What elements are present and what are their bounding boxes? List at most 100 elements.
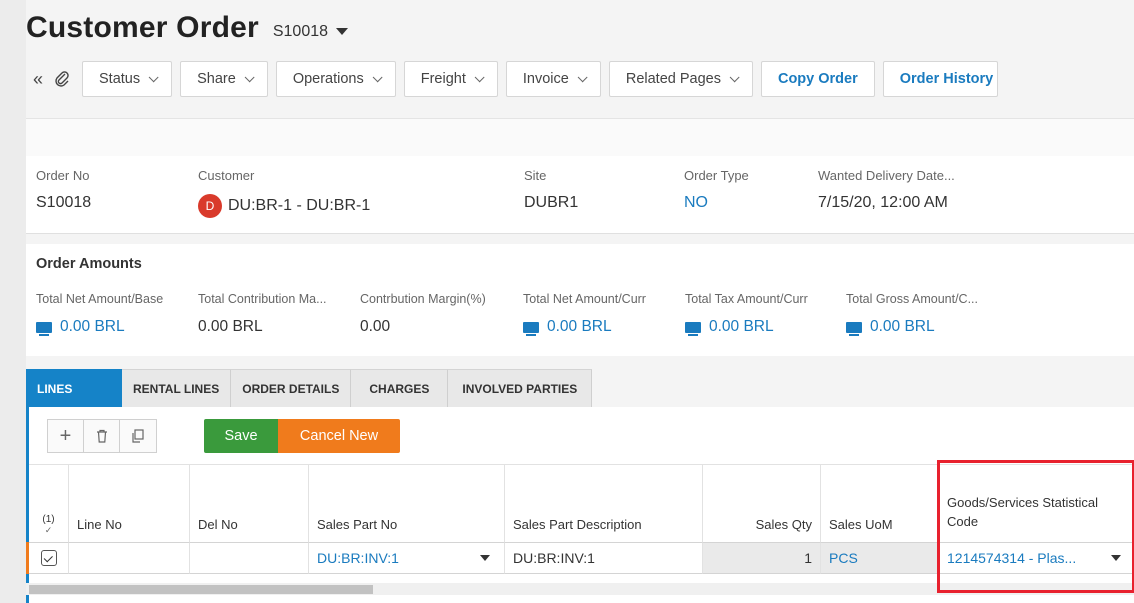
page-title: Customer Order bbox=[26, 11, 259, 44]
amount-text: 0.00 BRL bbox=[547, 318, 612, 335]
col-statistical-code[interactable]: Goods/Services Statistical Code bbox=[939, 464, 1134, 542]
total-net-amount-curr-label: Total Net Amount/Curr bbox=[523, 292, 646, 306]
customer-value[interactable]: D DU:BR-1 - DU:BR-1 bbox=[198, 194, 370, 218]
save-button[interactable]: Save bbox=[204, 419, 278, 453]
cell-statistical-code[interactable]: 1214574314 - Plas... bbox=[939, 542, 1134, 574]
double-chevron-left-icon[interactable]: « bbox=[26, 64, 50, 94]
order-type-label: Order Type bbox=[684, 168, 749, 183]
customer-field: Customer D DU:BR-1 - DU:BR-1 bbox=[198, 168, 370, 218]
amount-text: 0.00 BRL bbox=[870, 318, 935, 335]
scrollbar-thumb[interactable] bbox=[29, 585, 373, 594]
order-no-field: Order No S10018 bbox=[36, 168, 91, 212]
contribution-margin-pct-value: 0.00 bbox=[360, 318, 391, 335]
amount-field: Total Net Amount/Curr 0.00 BRL bbox=[523, 292, 646, 336]
col-sales-qty[interactable]: Sales Qty bbox=[703, 464, 821, 542]
col-sales-part-description[interactable]: Sales Part Description bbox=[505, 464, 703, 542]
amount-field: Contrbution Margin(%) 0.00 bbox=[360, 292, 486, 336]
caret-down-icon[interactable] bbox=[336, 27, 349, 35]
amount-field: Total Contribution Ma... 0.00 BRL bbox=[198, 292, 327, 336]
checkbox-icon[interactable] bbox=[40, 550, 57, 566]
total-contribution-margin-value: 0.00 BRL bbox=[198, 318, 263, 335]
amount-field: Total Tax Amount/Curr 0.00 BRL bbox=[685, 292, 808, 336]
order-type-link[interactable]: NO bbox=[684, 194, 749, 212]
caret-down-icon[interactable] bbox=[480, 555, 490, 561]
select-column-header[interactable]: (1) ✓ bbox=[29, 464, 69, 542]
order-header-card: Order No S10018 Customer D DU:BR-1 - DU:… bbox=[26, 156, 1134, 234]
trash-icon[interactable] bbox=[84, 420, 120, 452]
share-label: Share bbox=[197, 71, 236, 87]
monitor-icon bbox=[523, 321, 539, 336]
order-history-button[interactable]: Order History bbox=[882, 61, 999, 97]
status-menu-button[interactable]: Status bbox=[82, 61, 173, 97]
amount-text: 0.00 BRL bbox=[60, 318, 125, 335]
copy-icon[interactable] bbox=[120, 420, 156, 452]
related-pages-label: Related Pages bbox=[625, 71, 721, 87]
total-net-amount-base-label: Total Net Amount/Base bbox=[36, 292, 164, 306]
lines-toolbar: + bbox=[47, 419, 157, 453]
freight-menu-button[interactable]: Freight bbox=[403, 61, 498, 97]
cell-sales-part-no[interactable]: DU:BR:INV:1 bbox=[309, 542, 505, 574]
site-label: Site bbox=[524, 168, 547, 183]
cancel-new-button[interactable]: Cancel New bbox=[278, 419, 400, 453]
customer-order-page: Customer Order S10018 « Status Share Ope… bbox=[26, 0, 1134, 603]
tab-rental-lines[interactable]: RENTAL LINES bbox=[122, 369, 232, 407]
monitor-icon bbox=[36, 321, 52, 336]
caret-down-icon[interactable] bbox=[1111, 555, 1121, 561]
customer-name: DU:BR-1 - DU:BR-1 bbox=[228, 197, 371, 214]
cell-sales-qty[interactable]: 1 bbox=[703, 542, 821, 574]
header-band bbox=[26, 118, 1134, 156]
avatar: D bbox=[198, 194, 222, 218]
order-tabs: LINES RENTAL LINES ORDER DETAILS CHARGES… bbox=[26, 369, 593, 407]
freight-label: Freight bbox=[420, 71, 466, 87]
copy-order-button[interactable]: Copy Order bbox=[760, 61, 875, 97]
order-id-selector[interactable]: S10018 bbox=[273, 23, 328, 41]
order-amounts-card: Order Amounts Total Net Amount/Base 0.00… bbox=[26, 244, 1134, 356]
tab-involved-parties[interactable]: INVOLVED PARTIES bbox=[448, 369, 593, 407]
sales-part-no-link[interactable]: DU:BR:INV:1 bbox=[317, 550, 399, 566]
tab-order-details[interactable]: ORDER DETAILS bbox=[231, 369, 352, 407]
col-line-no[interactable]: Line No bbox=[69, 464, 190, 542]
wanted-delivery-value: 7/15/20, 12:00 AM bbox=[818, 194, 948, 211]
share-menu-button[interactable]: Share bbox=[180, 61, 268, 97]
statistical-code-link[interactable]: 1214574314 - Plas... bbox=[947, 550, 1076, 566]
command-toolbar: « Status Share Operations Freight Invoic… bbox=[26, 60, 999, 98]
total-net-amount-base-value[interactable]: 0.00 BRL bbox=[36, 318, 163, 336]
plus-icon[interactable]: + bbox=[48, 420, 84, 452]
wanted-delivery-field: Wanted Delivery Date... 7/15/20, 12:00 A… bbox=[818, 168, 955, 212]
cell-sales-part-description[interactable]: DU:BR:INV:1 bbox=[505, 542, 703, 574]
cell-sales-uom[interactable]: PCS bbox=[821, 542, 939, 574]
check-icon: ✓ bbox=[44, 525, 53, 535]
left-margin bbox=[0, 0, 26, 603]
col-sales-part-no[interactable]: Sales Part No bbox=[309, 464, 505, 542]
total-gross-amount-curr-value[interactable]: 0.00 BRL bbox=[846, 318, 978, 336]
total-tax-amount-curr-value[interactable]: 0.00 BRL bbox=[685, 318, 808, 336]
cell-del-no[interactable] bbox=[190, 542, 309, 574]
total-tax-amount-curr-label: Total Tax Amount/Curr bbox=[685, 292, 808, 306]
operations-menu-button[interactable]: Operations bbox=[275, 61, 396, 97]
cell-line-no[interactable] bbox=[69, 542, 190, 574]
col-sales-uom[interactable]: Sales UoM bbox=[821, 464, 939, 542]
related-pages-menu-button[interactable]: Related Pages bbox=[608, 61, 753, 97]
operations-label: Operations bbox=[292, 71, 364, 87]
order-no-value: S10018 bbox=[36, 194, 92, 211]
paperclip-icon[interactable] bbox=[50, 64, 74, 94]
site-value: DUBR1 bbox=[524, 194, 579, 211]
row-select-cell[interactable] bbox=[29, 542, 69, 574]
tab-lines[interactable]: LINES bbox=[26, 369, 122, 407]
amount-text: 0.00 BRL bbox=[709, 318, 774, 335]
order-amounts-title: Order Amounts bbox=[36, 256, 142, 272]
total-net-amount-curr-value[interactable]: 0.00 BRL bbox=[523, 318, 646, 336]
total-contribution-margin-label: Total Contribution Ma... bbox=[198, 292, 327, 306]
horizontal-scrollbar[interactable] bbox=[26, 583, 1134, 595]
page-title-row: Customer Order S10018 bbox=[26, 4, 349, 52]
invoice-menu-button[interactable]: Invoice bbox=[505, 61, 601, 97]
order-type-field: Order Type NO bbox=[684, 168, 749, 212]
selected-count: (1) bbox=[42, 514, 55, 525]
col-del-no[interactable]: Del No bbox=[190, 464, 309, 542]
tab-charges[interactable]: CHARGES bbox=[351, 369, 449, 407]
monitor-icon bbox=[685, 321, 701, 336]
status-label: Status bbox=[99, 71, 141, 87]
chevron-down-icon bbox=[372, 71, 383, 82]
customer-label: Customer bbox=[198, 168, 255, 183]
amount-field: Total Gross Amount/C... 0.00 BRL bbox=[846, 292, 978, 336]
